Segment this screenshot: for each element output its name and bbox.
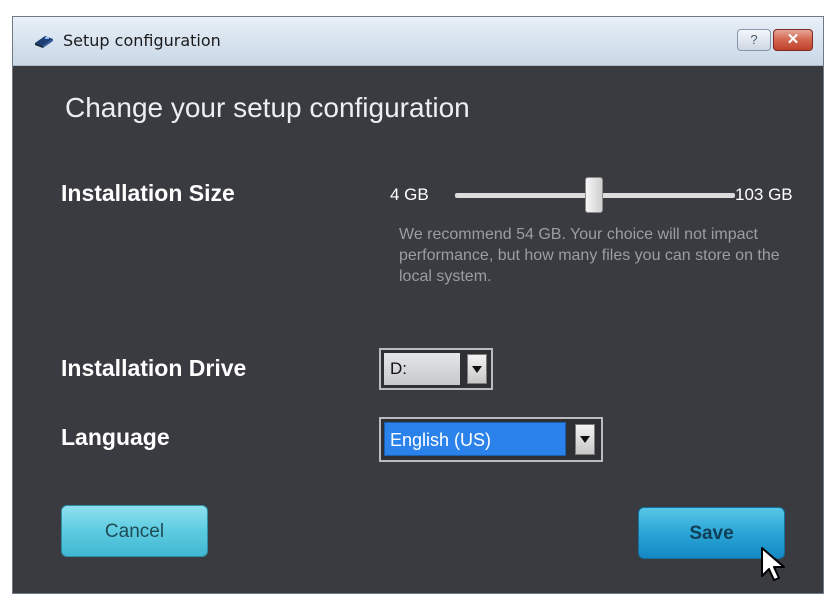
drive-selected-value: D: [384, 353, 460, 385]
chevron-down-icon[interactable] [575, 424, 595, 455]
help-button[interactable]: ? [737, 29, 771, 51]
slider-max-label: 103 GB [735, 185, 793, 204]
size-recommendation-text: We recommend 54 GB. Your choice will not… [399, 226, 780, 285]
slider-min-label: 4 GB [390, 185, 429, 204]
installation-drive-label: Installation Drive [61, 355, 247, 381]
window-title: Setup configuration [63, 31, 221, 50]
close-button[interactable]: ✕ [773, 29, 813, 51]
mouse-pointer-icon [761, 547, 785, 581]
language-selected-value: English (US) [384, 422, 566, 456]
installation-size-label: Installation Size [61, 180, 235, 206]
drive-icon [35, 36, 53, 48]
setup-configuration-window: Setup configuration ? ✕ Change your setu… [12, 16, 824, 594]
installation-drive-select[interactable]: D: [379, 348, 493, 390]
language-label: Language [61, 424, 170, 450]
chevron-down-icon[interactable] [467, 354, 487, 384]
cancel-button[interactable]: Cancel [61, 505, 208, 557]
title-bar[interactable]: Setup configuration ? ✕ [13, 17, 823, 66]
slider-thumb[interactable] [585, 177, 603, 213]
language-select[interactable]: English (US) [379, 417, 603, 462]
page-title: Change your setup configuration [65, 92, 470, 123]
